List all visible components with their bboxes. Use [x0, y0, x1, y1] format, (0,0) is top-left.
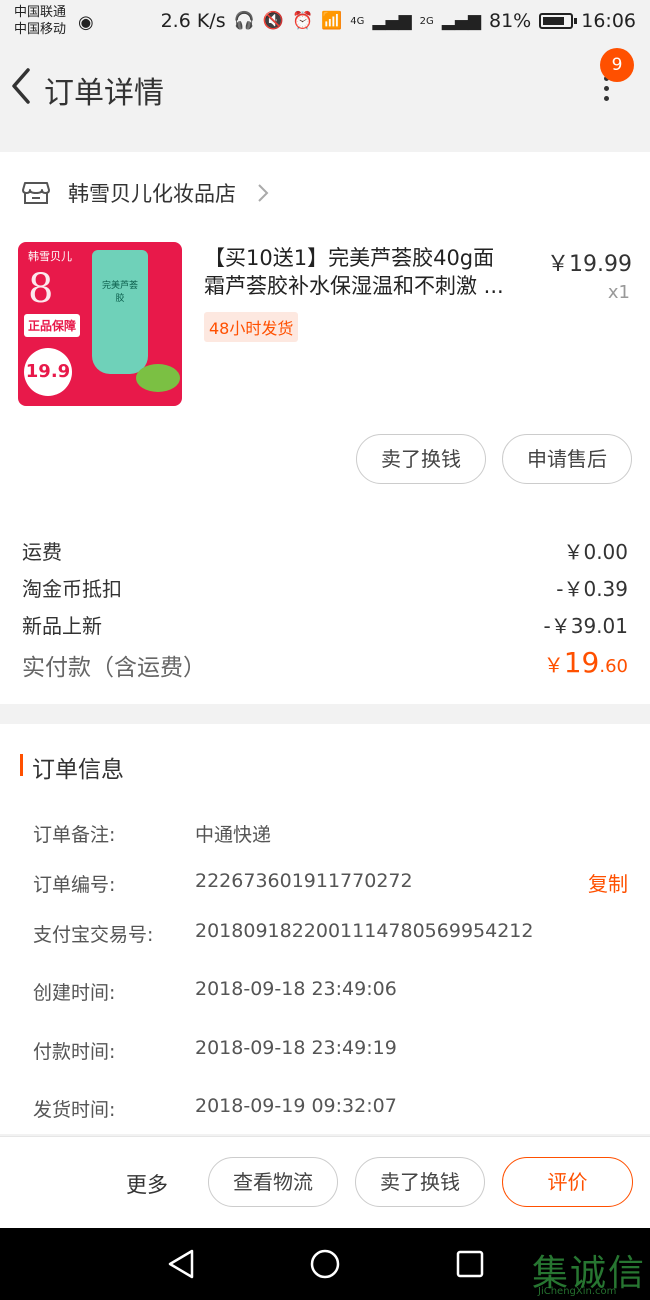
nav-recents-icon[interactable] — [455, 1249, 485, 1279]
info-label-paid: 付款时间: — [33, 1041, 116, 1063]
fee-value: -￥39.01 — [543, 614, 628, 638]
sell-button[interactable]: 卖了换钱 — [356, 434, 486, 484]
info-label-created: 创建时间: — [33, 982, 116, 1004]
shop-name: 韩雪贝儿化妆品店 — [68, 182, 236, 206]
notification-icon: ◉ — [78, 12, 94, 33]
fee-label: 新品上新 — [22, 614, 102, 638]
watermark-url: JiChengXin.com — [538, 1286, 617, 1297]
carrier-1: 中国联通 — [14, 5, 67, 20]
product-title-line1: 【买10送1】完美芦荟胶40g面 — [204, 246, 495, 270]
after-sale-button[interactable]: 申请售后 — [502, 434, 632, 484]
info-value-shipped: 2018-09-19 09:32:07 — [195, 1095, 397, 1117]
info-label-order-number: 订单编号: — [33, 874, 116, 896]
info-value-created: 2018-09-18 23:49:06 — [195, 978, 397, 1000]
battery-percent: 81% — [489, 10, 532, 32]
mute-icon: 🔇 — [262, 11, 284, 31]
total-decimal: .60 — [599, 656, 628, 677]
total-currency: ￥ — [543, 653, 564, 677]
view-logistics-button[interactable]: 查看物流 — [208, 1157, 338, 1207]
bottom-action-bar: 更多 查看物流 卖了换钱 评价 — [0, 1136, 650, 1228]
section-title: 订单信息 — [32, 757, 124, 783]
net-speed: 2.6 K/s — [160, 10, 226, 32]
product-price: ￥19.99 — [547, 252, 632, 277]
fee-label: 运费 — [22, 540, 62, 564]
section-accent-bar — [20, 754, 23, 776]
wifi-icon: 📶 — [321, 11, 343, 31]
status-icons: 2.6 K/s 🎧 🔇 ⏰ 📶 4G ▂▄▆ 2G ▂▄▆ 81% 16:06 — [161, 10, 636, 32]
info-value-order-number: 222673601911770272 — [195, 870, 413, 892]
fee-row-new-arrival: 新品上新 -￥39.01 — [22, 610, 628, 639]
info-value-paid: 2018-09-18 23:49:19 — [195, 1037, 397, 1059]
alarm-icon: ⏰ — [291, 11, 314, 31]
notification-badge: 9 — [600, 48, 634, 82]
signal-2-label: 2G — [419, 15, 434, 27]
signal-2-icon: ▂▄▆ — [441, 11, 481, 31]
product-image-price: 19.9 — [24, 348, 72, 396]
product-image-guarantee: 正品保障 — [24, 314, 81, 337]
store-icon — [22, 182, 50, 204]
fee-row-shipping: 运费 ￥0.00 — [22, 536, 628, 565]
shop-row[interactable]: 韩雪贝儿化妆品店 — [22, 178, 270, 208]
order-info-card: 订单信息 订单备注: 中通快递 订单编号: 222673601911770272… — [0, 724, 650, 1134]
fee-label: 淘金币抵扣 — [22, 577, 122, 601]
more-button[interactable]: 更多 — [126, 1169, 168, 1199]
info-label-remark: 订单备注: — [33, 824, 116, 846]
total-amount: ￥19.60 — [544, 646, 628, 679]
headphone-icon: 🎧 — [233, 11, 255, 31]
info-value-remark: 中通快递 — [195, 824, 272, 846]
status-bar: 中国联通 中国移动 ◉ 2.6 K/s 🎧 🔇 ⏰ 📶 4G ▂▄▆ 2G ▂▄… — [0, 0, 650, 44]
total-label: 实付款（含运费） — [22, 655, 206, 681]
nav-bar: 订单详情 9 — [0, 44, 650, 132]
aloe-leaf-graphic — [136, 364, 180, 392]
total-integer: 19 — [563, 646, 600, 679]
chevron-right-icon — [258, 184, 269, 202]
product-image[interactable]: 韩雪贝儿 8 正品保障 19.9 完美芦荟胶 — [18, 242, 182, 406]
fee-value: -￥0.39 — [556, 577, 628, 601]
product-title-line2: 霜芦荟胶补水保湿温和不刺激 ... — [204, 274, 504, 298]
product-tube-label: 完美芦荟胶 — [101, 281, 138, 304]
sell-button-bottom[interactable]: 卖了换钱 — [355, 1157, 485, 1207]
battery-icon — [539, 13, 578, 29]
carrier-2: 中国移动 — [14, 22, 67, 37]
back-arrow-icon[interactable] — [8, 66, 36, 106]
fee-value: ￥0.00 — [563, 540, 628, 564]
info-value-alipay-trade: 2018091822001114780569954212 — [195, 920, 534, 942]
product-quantity: x1 — [607, 282, 630, 303]
review-button[interactable]: 评价 — [502, 1157, 633, 1207]
product-image-number: 8 — [28, 266, 54, 312]
total-paid-row: 实付款（含运费） ￥19.60 — [22, 646, 628, 682]
carrier-labels: 中国联通 中国移动 — [14, 4, 66, 38]
shipping-tag: 48小时发货 — [204, 312, 299, 342]
product-tube — [92, 250, 148, 374]
nav-back-icon[interactable] — [166, 1248, 196, 1280]
signal-1-icon: ▂▄▆ — [372, 11, 412, 31]
product-image-brand: 韩雪贝儿 — [28, 250, 72, 263]
info-label-alipay-trade: 支付宝交易号: — [33, 924, 154, 946]
system-nav-bar: 集诚信 JiChengXin.com — [0, 1228, 650, 1300]
info-label-shipped: 发货时间: — [33, 1099, 116, 1121]
nav-home-icon[interactable] — [309, 1248, 341, 1280]
signal-1-label: 4G — [350, 15, 365, 27]
fee-row-coin-discount: 淘金币抵扣 -￥0.39 — [22, 573, 628, 602]
product-title[interactable]: 【买10送1】完美芦荟胶40g面 霜芦荟胶补水保湿温和不刺激 ... — [204, 244, 534, 300]
order-item-card: 韩雪贝儿化妆品店 韩雪贝儿 8 正品保障 19.9 完美芦荟胶 【买10送1】完… — [0, 152, 650, 704]
page-title: 订单详情 — [44, 76, 164, 111]
clock: 16:06 — [581, 10, 636, 32]
copy-button[interactable]: 复制 — [588, 868, 628, 897]
